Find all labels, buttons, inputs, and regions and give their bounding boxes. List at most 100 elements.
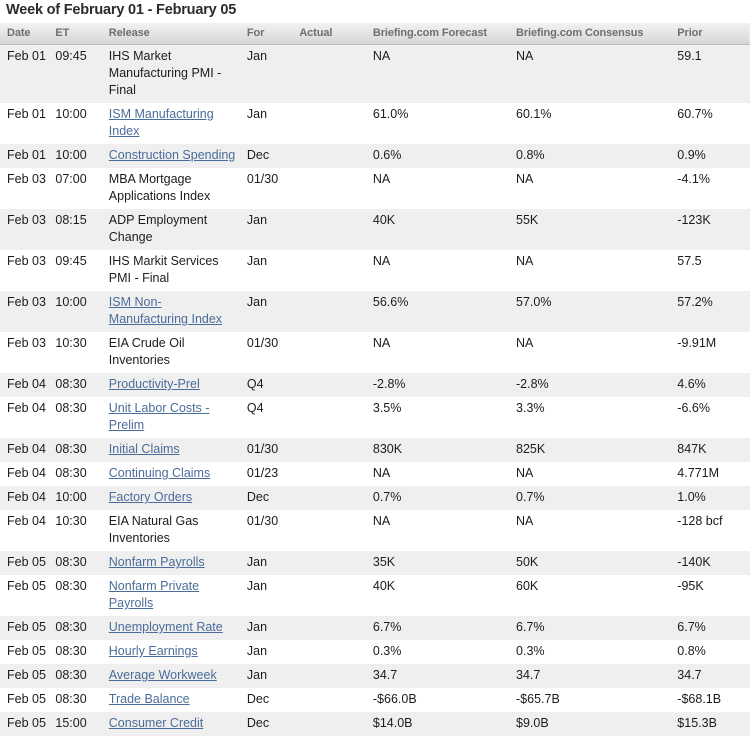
- cell-forecast-text: 40K: [372, 213, 396, 227]
- cell-release[interactable]: ISM Manufacturing Index: [101, 103, 242, 144]
- cell-for-text: Jan: [246, 49, 268, 63]
- cell-et-text: 08:30: [55, 466, 87, 480]
- release-link[interactable]: Factory Orders: [109, 490, 192, 504]
- cell-consensus-text: NA: [516, 254, 534, 268]
- cell-release[interactable]: Factory Orders: [101, 486, 242, 510]
- cell-for: Jan: [242, 640, 294, 664]
- column-header-et[interactable]: ET: [48, 23, 101, 45]
- table-row: Feb 05 08:30 Nonfarm Payrolls Jan 35K 50K -140…: [0, 551, 750, 575]
- column-header-actual[interactable]: Actual: [294, 23, 365, 45]
- cell-prior: $15.3B: [669, 712, 750, 736]
- column-header-for[interactable]: For: [241, 23, 295, 45]
- cell-consensus-text: 57.0%: [516, 295, 552, 309]
- release-link[interactable]: Unit Labor Costs - Prelim: [109, 401, 210, 432]
- cell-date: Feb 04: [0, 373, 48, 397]
- cell-release[interactable]: Average Workweek: [101, 664, 242, 688]
- cell-release[interactable]: Trade Balance: [101, 688, 242, 712]
- release-link[interactable]: ISM Manufacturing Index: [109, 107, 214, 138]
- cell-prior: -$68.1B: [669, 688, 750, 712]
- cell-for-text: Dec: [246, 490, 270, 504]
- cell-release[interactable]: Consumer Credit: [101, 712, 242, 736]
- cell-for: Q4: [242, 397, 294, 438]
- release-link[interactable]: ISM Non-Manufacturing Index: [109, 295, 222, 326]
- cell-prior-text: 4.6%: [677, 377, 706, 391]
- cell-release-text: IHS Markit Services PMI - Final: [108, 254, 219, 285]
- cell-consensus-text: 34.7: [516, 668, 541, 682]
- cell-release[interactable]: Nonfarm Payrolls: [101, 551, 242, 575]
- cell-prior-text: 60.7%: [677, 107, 713, 121]
- cell-et: 10:00: [48, 486, 100, 510]
- cell-prior-text: 59.1: [677, 49, 702, 63]
- cell-prior-text: -4.1%: [677, 172, 710, 186]
- cell-prior-text: -$68.1B: [677, 692, 722, 706]
- cell-for-text: Jan: [246, 644, 268, 658]
- cell-actual: [294, 250, 365, 291]
- cell-prior: 60.7%: [669, 103, 750, 144]
- table-header-row: Date ET Release For Actual Briefing.com …: [0, 23, 750, 45]
- cell-et: 10:00: [48, 291, 100, 332]
- cell-forecast: 3.5%: [365, 397, 508, 438]
- cell-et: 08:30: [48, 438, 100, 462]
- cell-release[interactable]: Unemployment Rate: [101, 616, 242, 640]
- cell-forecast-text: NA: [372, 49, 391, 63]
- column-header-forecast[interactable]: Briefing.com Forecast: [364, 23, 509, 45]
- cell-release[interactable]: Productivity-Prel: [101, 373, 242, 397]
- release-link[interactable]: Initial Claims: [109, 442, 180, 456]
- cell-forecast: 61.0%: [365, 103, 508, 144]
- table-row: Feb 03 08:15 ADP Employment Change Jan 40K 55…: [0, 209, 750, 250]
- table-row: Feb 04 10:30 EIA Natural Gas Inventories 01…: [0, 510, 750, 551]
- release-link[interactable]: Hourly Earnings: [109, 644, 198, 658]
- cell-prior-text: 0.8%: [677, 644, 706, 658]
- cell-release[interactable]: Hourly Earnings: [101, 640, 242, 664]
- cell-et-text: 08:30: [55, 555, 87, 569]
- cell-for-text: Jan: [246, 107, 268, 121]
- table-row: Feb 04 10:00 Factory Orders Dec 0.7% 0.7% 1.0%: [0, 486, 750, 510]
- cell-for: Jan: [242, 103, 294, 144]
- cell-date: Feb 05: [0, 688, 48, 712]
- cell-et-text: 08:30: [55, 579, 87, 593]
- cell-forecast: NA: [365, 462, 508, 486]
- release-link[interactable]: Construction Spending: [109, 148, 235, 162]
- cell-prior: -123K: [669, 209, 750, 250]
- column-header-consensus[interactable]: Briefing.com Consensus: [508, 23, 670, 45]
- cell-actual: [294, 551, 365, 575]
- cell-prior-text: 1.0%: [677, 490, 706, 504]
- cell-prior: 1.0%: [669, 486, 750, 510]
- cell-release[interactable]: ISM Non-Manufacturing Index: [101, 291, 242, 332]
- economic-calendar: Week of February 01 - February 05 Date E…: [0, 0, 750, 736]
- cell-forecast-text: $14.0B: [372, 716, 413, 730]
- release-link[interactable]: Continuing Claims: [109, 466, 210, 480]
- cell-et-text: 10:00: [55, 107, 87, 121]
- cell-date-text: Feb 04: [7, 401, 46, 415]
- cell-et: 08:30: [48, 616, 100, 640]
- release-link[interactable]: Trade Balance: [109, 692, 190, 706]
- cell-release[interactable]: Construction Spending: [101, 144, 242, 168]
- cell-et: 10:30: [48, 510, 100, 551]
- cell-date-text: Feb 04: [7, 514, 46, 528]
- cell-for: Jan: [242, 250, 294, 291]
- cell-forecast-text: 830K: [372, 442, 403, 456]
- cell-for: Dec: [242, 688, 294, 712]
- cell-release[interactable]: Nonfarm Private Payrolls: [101, 575, 242, 616]
- cell-et-text: 08:30: [55, 620, 87, 634]
- cell-for: 01/23: [242, 462, 294, 486]
- column-header-date[interactable]: Date: [0, 23, 49, 45]
- cell-prior-text: $15.3B: [677, 716, 717, 730]
- release-link[interactable]: Average Workweek: [109, 668, 217, 682]
- release-link[interactable]: Nonfarm Payrolls: [109, 555, 205, 569]
- cell-release[interactable]: Unit Labor Costs - Prelim: [101, 397, 242, 438]
- cell-consensus: 3.3%: [508, 397, 669, 438]
- cell-forecast-text: NA: [372, 336, 391, 350]
- cell-date: Feb 03: [0, 291, 48, 332]
- release-link[interactable]: Productivity-Prel: [109, 377, 200, 391]
- release-link[interactable]: Consumer Credit: [109, 716, 203, 730]
- cell-for-text: 01/30: [246, 514, 279, 528]
- release-link[interactable]: Unemployment Rate: [109, 620, 223, 634]
- cell-for-text: Jan: [246, 555, 268, 569]
- release-link[interactable]: Nonfarm Private Payrolls: [109, 579, 199, 610]
- cell-release[interactable]: Initial Claims: [101, 438, 242, 462]
- cell-et: 08:30: [48, 373, 100, 397]
- column-header-prior[interactable]: Prior: [669, 23, 750, 45]
- column-header-release[interactable]: Release: [100, 23, 242, 45]
- cell-release[interactable]: Continuing Claims: [101, 462, 242, 486]
